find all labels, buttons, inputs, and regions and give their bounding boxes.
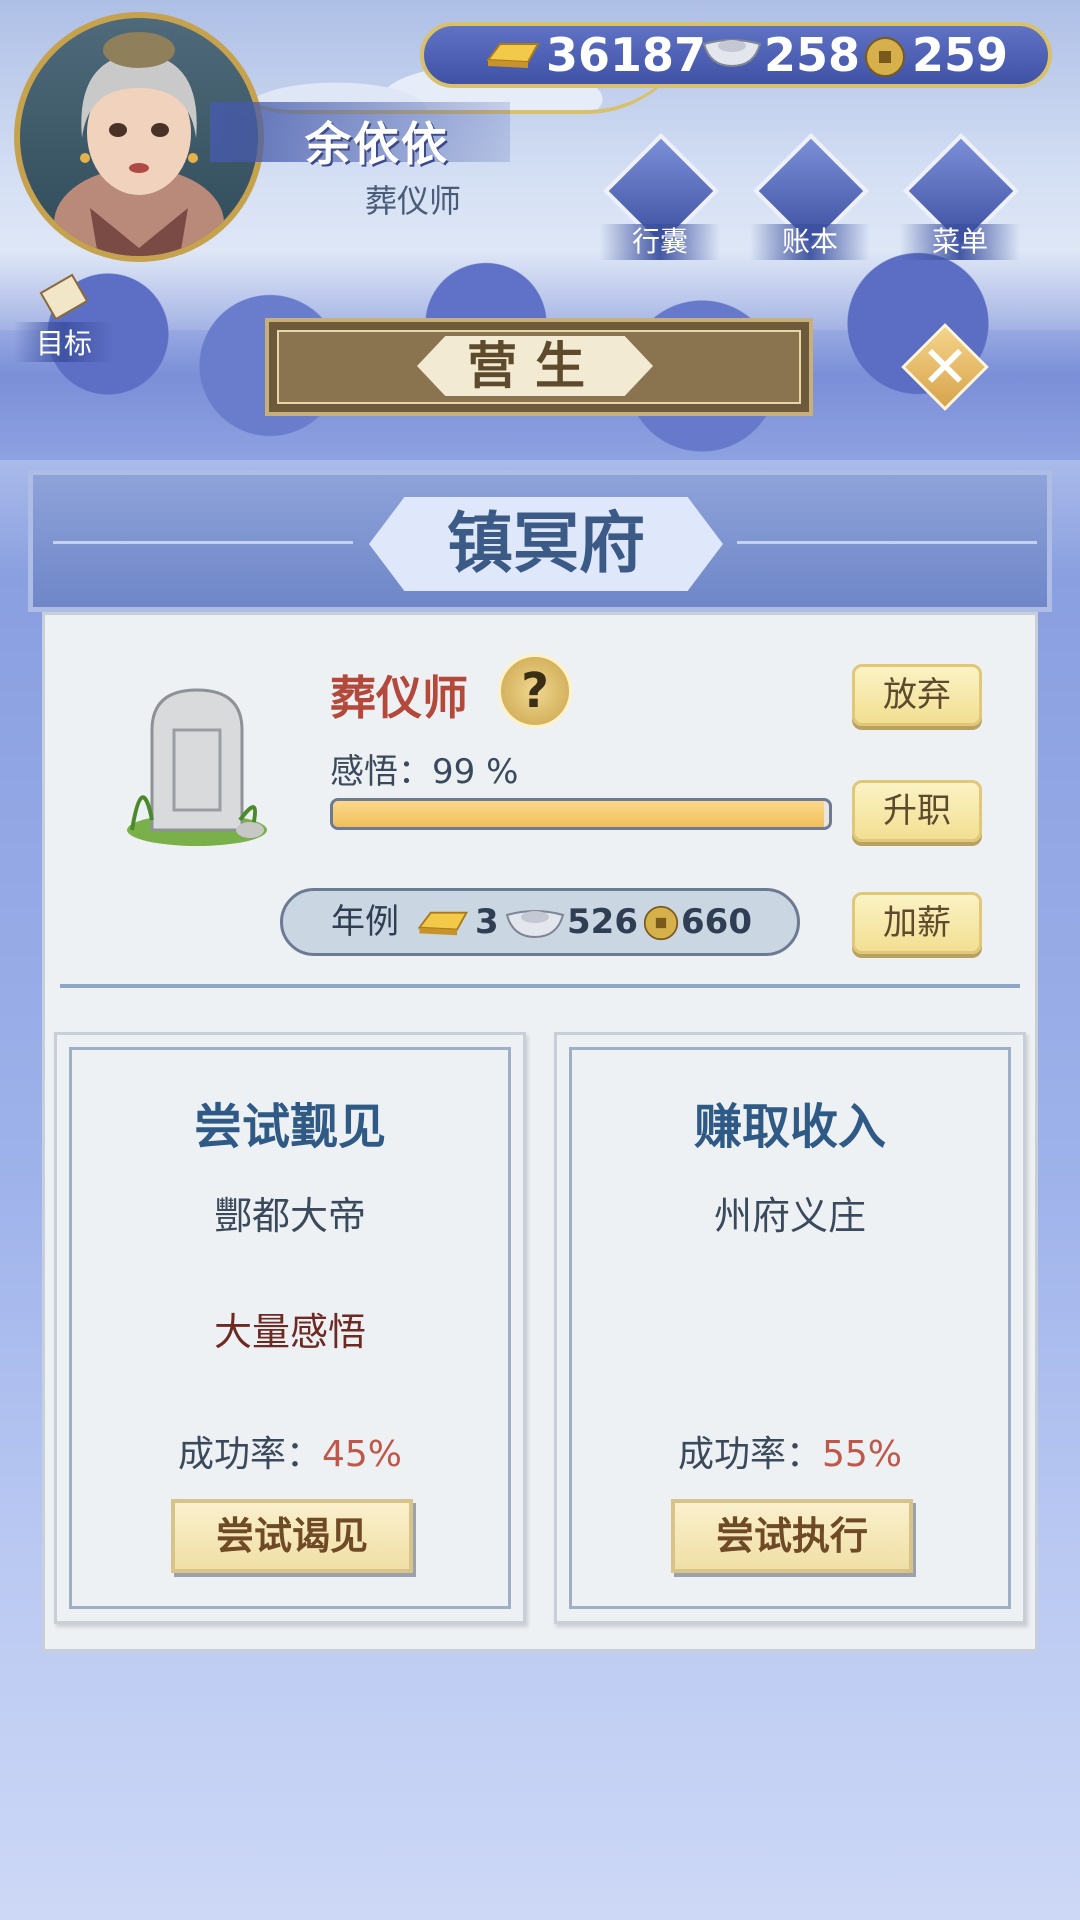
salary-coins: 660 <box>681 902 752 942</box>
tombstone-icon <box>127 688 267 846</box>
location-name: 镇冥府 <box>447 505 645 582</box>
copper-coin-icon <box>865 37 905 77</box>
silver-ingot-icon <box>702 39 762 68</box>
card-target: 州府义庄 <box>713 1194 866 1238</box>
menu-label: 菜单 <box>900 224 1020 260</box>
gold-amount: 36187 <box>546 28 707 82</box>
menu-button[interactable]: 菜单 <box>900 133 1020 260</box>
success-rate-value: 55% <box>822 1434 903 1475</box>
bag-button[interactable]: 行囊 <box>600 133 720 260</box>
card-title: 赚取收入 <box>693 1099 886 1155</box>
goal-label: 目标 <box>14 322 114 362</box>
close-button[interactable]: ✕ <box>900 322 990 412</box>
player-name: 余依依 <box>305 117 449 171</box>
header-line-right <box>737 541 1037 544</box>
gold-ingot-icon <box>417 911 469 936</box>
attempt-execute-button[interactable]: 尝试执行 <box>671 1499 913 1573</box>
attempt-audience-button[interactable]: 尝试谒见 <box>171 1499 413 1573</box>
abandon-button[interactable]: 放弃 <box>852 664 982 726</box>
salary-pill: 年例 3 526 660 <box>280 888 800 956</box>
salary-silver: 526 <box>567 902 638 942</box>
income-card: 赚取收入 州府义庄 成功率：55% 尝试执行 <box>554 1032 1026 1624</box>
job-name: 葬仪师 <box>330 671 468 725</box>
silver-ingot-icon <box>505 910 565 939</box>
section-banner: 营生 <box>265 318 813 416</box>
raise-salary-button[interactable]: 加薪 <box>852 892 982 954</box>
scroll-icon <box>39 273 89 321</box>
success-rate-label: 成功率： <box>177 1434 322 1475</box>
gold-ingot-icon <box>486 43 540 68</box>
panel-header: 镇冥府 <box>28 470 1052 612</box>
ledger-button[interactable]: 账本 <box>750 133 870 260</box>
banner-plaque: 营生 <box>417 336 653 396</box>
location-plaque: 镇冥府 <box>369 497 723 591</box>
success-rate-value: 45% <box>322 1434 403 1475</box>
goal-button[interactable]: 目标 <box>14 268 114 362</box>
close-icon: ✕ <box>920 333 970 401</box>
card-target: 酆都大帝 <box>213 1194 366 1238</box>
audience-card: 尝试觐见 酆都大帝 大量感悟 成功率：45% 尝试谒见 <box>54 1032 526 1624</box>
insight-progress-fill <box>333 801 825 827</box>
bag-label: 行囊 <box>600 224 720 260</box>
silver-amount: 258 <box>764 28 861 82</box>
insight-label: 感悟：99 % <box>330 752 519 792</box>
player-title: 葬仪师 <box>365 182 462 220</box>
coin-amount: 259 <box>912 28 1009 82</box>
insight-progress-bar <box>330 798 832 830</box>
success-rate-label: 成功率： <box>677 1434 822 1475</box>
header-line-left <box>53 541 353 544</box>
card-success-rate: 成功率：55% <box>557 1425 1023 1477</box>
promote-button[interactable]: 升职 <box>852 780 982 842</box>
salary-gold: 3 <box>475 902 499 942</box>
salary-label: 年例 <box>331 902 399 942</box>
ledger-label: 账本 <box>750 224 870 260</box>
copper-coin-icon <box>643 905 679 941</box>
section-divider <box>60 984 1020 988</box>
help-button[interactable]: ? <box>498 654 572 728</box>
section-title: 营生 <box>467 337 603 395</box>
card-reward: 大量感悟 <box>213 1310 366 1354</box>
card-success-rate: 成功率：45% <box>57 1425 523 1477</box>
card-title: 尝试觐见 <box>193 1099 386 1155</box>
